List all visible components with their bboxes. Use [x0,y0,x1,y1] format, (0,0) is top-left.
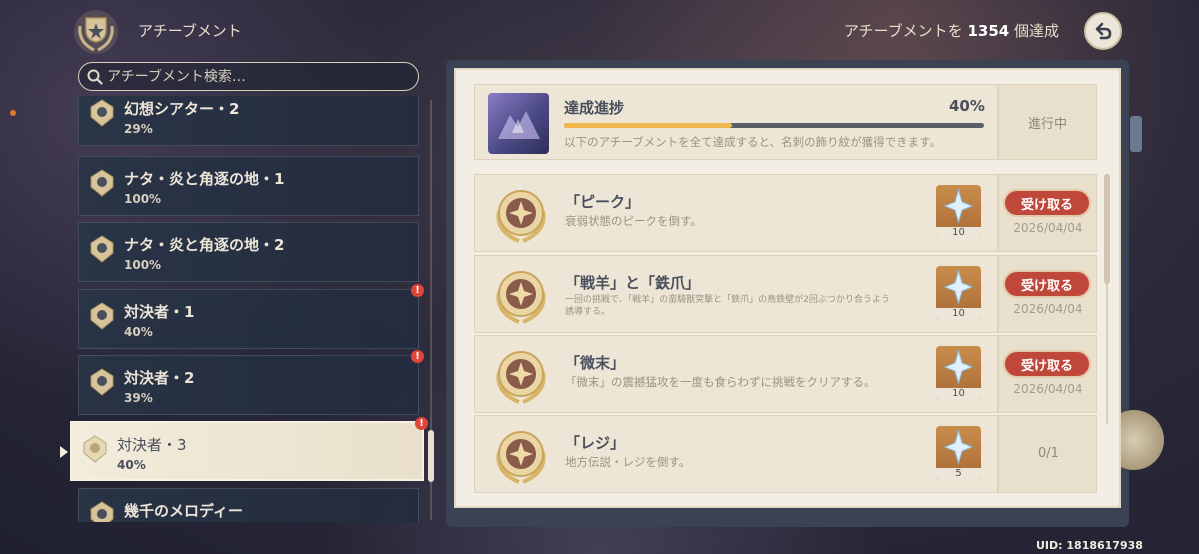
progress-title: 達成進捗 [564,99,625,117]
achievement-badge-icon [496,271,546,324]
progress-bar-fill [564,123,732,128]
category-name: ナタ・炎と角逐の地・2 [124,236,285,254]
reward-item[interactable]: 10 [936,346,981,400]
category-percent: 100% [124,258,162,272]
category-item[interactable]: ナタ・炎と角逐の地・1 100% [78,156,419,216]
achievement-title: 「レジ」 [565,434,626,452]
category-percent: 29% [124,122,153,136]
achievement-title: 「ピーク」 [565,193,641,211]
category-emblem-icon [83,435,107,463]
achievement-description: 地方伝説・レジを倒す。 [565,455,691,469]
category-name: 幻想シアター・2 [124,100,240,118]
search-input[interactable] [107,68,407,85]
back-arrow-icon [1095,22,1112,40]
achievement-badge-icon [496,431,546,484]
category-emblem-icon [90,368,114,396]
achievement-card: 「レジ」 地方伝説・レジを倒す。 5 [474,415,998,493]
primogem-icon [944,350,973,384]
achievement-action: 0/1 [998,415,1097,493]
category-name: ナタ・炎と角逐の地・1 [124,170,285,188]
reward-quantity: 10 [936,388,981,400]
category-emblem-icon [90,99,114,127]
panel-side-tab [1130,116,1142,152]
claim-button[interactable]: 受け取る [1003,189,1091,217]
achievement-title: 「戦羊」と「鉄爪」 [565,274,701,292]
achievement-date: 2026/04/04 [1013,221,1083,235]
category-emblem-icon [90,235,114,263]
achievement-card: 「微末」 「微末」の震撼猛攻を一度も食らわずに挑戦をクリアする。 10 [474,335,998,413]
category-emblem-icon [90,169,114,197]
primogem-icon [944,189,973,223]
category-percent: 100% [124,192,162,206]
category-emblem-icon [90,501,114,522]
category-item[interactable]: 幾千のメロディー [78,488,419,522]
category-name: 対決者・1 [124,303,195,321]
achievement-date: 2026/04/04 [1013,382,1083,396]
reward-quantity: 5 [936,468,981,480]
count-prefix: アチーブメントを [843,22,963,40]
achievement-row: 「微末」 「微末」の震撼猛攻を一度も食らわずに挑戦をクリアする。 10 受け取る… [474,335,1097,413]
claim-button[interactable]: 受け取る [1003,350,1091,378]
progress-percent: 40% [949,97,985,115]
progress-description: 以下のアチーブメントを全て達成すると、名刺の飾り紋が獲得できます。 [564,135,941,149]
count-suffix: 個達成 [1013,22,1059,40]
alert-badge: ! [415,417,428,430]
reward-item[interactable]: 10 [936,185,981,239]
progress-bar [564,123,984,128]
selection-arrow-icon [60,446,68,458]
achievement-scrollbar-thumb[interactable] [1104,174,1110,284]
search-icon [87,69,103,85]
claim-button[interactable]: 受け取る [1003,270,1091,298]
achievement-action: 受け取る 2026/04/04 [998,335,1097,413]
category-item[interactable]: ナタ・炎と角逐の地・2 100% [78,222,419,282]
alert-badge: ! [411,350,424,363]
category-emblem-icon [90,302,114,330]
achievement-action: 受け取る 2026/04/04 [998,255,1097,333]
back-button[interactable] [1084,12,1122,50]
category-list: 幻想シアター・2 29% ナタ・炎と角逐の地・1 100% ナタ・炎と角逐の地・… [66,96,438,522]
category-item[interactable]: 幻想シアター・2 29% [78,96,419,146]
page-title: アチーブメント [138,22,242,40]
reward-quantity: 10 [936,308,981,320]
category-scrollbar-thumb[interactable] [428,430,434,482]
achievement-row: 「ピーク」 衰弱状態のピークを倒す。 10 受け取る 2026/04/04 [474,174,1097,252]
achievement-description: 一回の挑戦で、「戦羊」の蛮騎獣突撃と「鉄爪」の鳥鉄壁が2回ぶつかり合うよう誘導す… [565,295,890,317]
reward-item[interactable]: 10 [936,266,981,320]
achievement-trophy-icon [74,10,118,54]
reward-quantity: 10 [936,227,981,239]
primogem-icon [944,270,973,304]
achievement-row: 「戦羊」と「鉄爪」 一回の挑戦で、「戦羊」の蛮騎獣突撃と「鉄爪」の鳥鉄壁が2回ぶ… [474,255,1097,333]
progress-status: 進行中 [998,84,1097,160]
category-item[interactable]: 対決者・2 39% ! [78,350,424,415]
achievement-card: 「戦羊」と「鉄爪」 一回の挑戦で、「戦羊」の蛮騎獣突撃と「鉄爪」の鳥鉄壁が2回ぶ… [474,255,998,333]
category-name: 幾千のメロディー [124,502,243,520]
primogem-icon [944,430,973,464]
reward-item[interactable]: 5 [936,426,981,480]
achievement-count: アチーブメントを 1354 個達成 [844,20,1059,41]
achievement-card: 「ピーク」 衰弱状態のピークを倒す。 10 [474,174,998,252]
category-name: 対決者・3 [117,436,187,454]
category-percent: 39% [124,391,153,405]
category-percent: 40% [124,325,153,339]
namecard-thumbnail [488,93,549,154]
search-box [78,62,419,91]
achievement-description: 衰弱状態のピークを倒す。 [565,214,702,228]
achievement-action: 受け取る 2026/04/04 [998,174,1097,252]
achievement-badge-icon [496,351,546,404]
alert-badge: ! [411,284,424,297]
achievement-progress: 0/1 [1038,446,1059,461]
achievement-description: 「微末」の震撼猛攻を一度も食らわずに挑戦をクリアする。 [565,375,876,389]
category-percent: 40% [117,458,146,472]
category-item[interactable]: 対決者・1 40% ! [78,284,424,349]
uid-label: UID: 1818617938 [1036,539,1143,552]
count-value: 1354 [967,22,1010,40]
achievement-date: 2026/04/04 [1013,302,1083,316]
achievement-badge-icon [496,190,546,243]
decor-dot [10,110,16,116]
category-name: 対決者・2 [124,369,195,387]
achievement-title: 「微末」 [565,354,626,372]
category-item-selected[interactable]: 対決者・3 40% ! [70,417,428,481]
achievement-row: 「レジ」 地方伝説・レジを倒す。 5 0/1 [474,415,1097,493]
namecard-icon [498,111,540,139]
